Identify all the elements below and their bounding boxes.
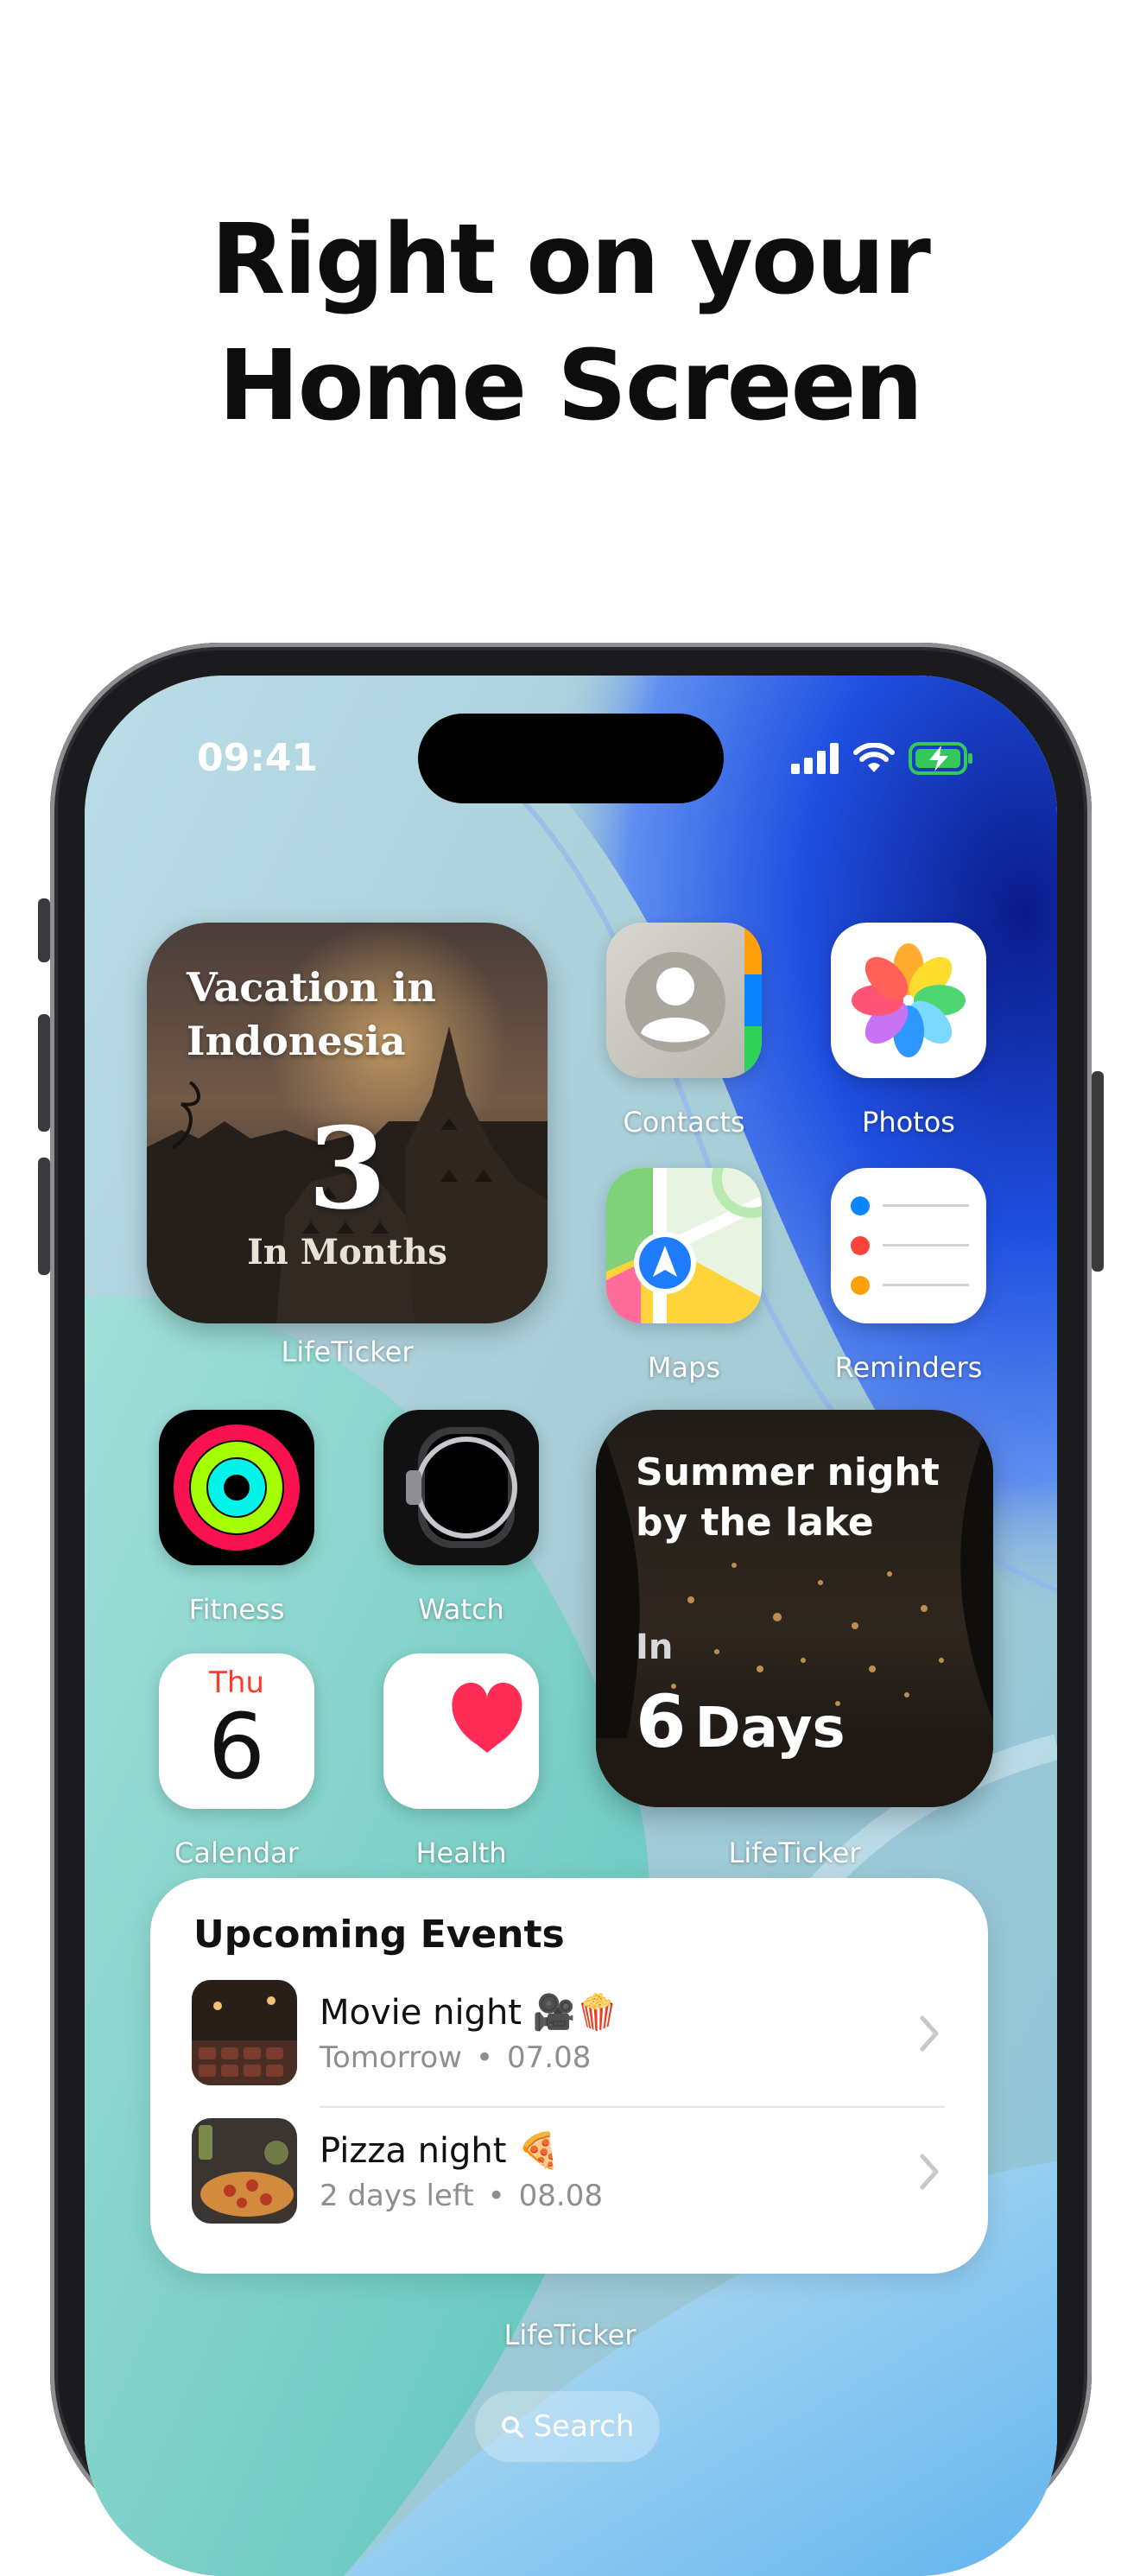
upcoming-widget-label: LifeTicker [504, 2319, 636, 2351]
watch-app[interactable] [383, 1410, 539, 1565]
search-icon [501, 2416, 523, 2438]
volume-down-button [38, 1158, 50, 1275]
event-row-pizza-night[interactable]: Pizza night 🍕 2 days left • 08.08 [192, 2118, 945, 2227]
reminders-app[interactable] [831, 1168, 986, 1323]
side-button [1092, 1071, 1104, 1272]
contacts-icon [625, 923, 762, 1078]
chevron-right-icon [920, 2015, 939, 2052]
photos-icon [852, 943, 966, 1057]
upcoming-events-widget[interactable]: Upcoming Events Movie night 🎥🍿 Tomorrow •… [150, 1878, 988, 2274]
summer-prefix: In [636, 1627, 674, 1667]
chevron-right-icon [920, 2154, 939, 2190]
event-meta: 2 days left • 08.08 [320, 2179, 603, 2213]
photos-app[interactable] [831, 923, 986, 1078]
event-meta: Tomorrow • 07.08 [320, 2040, 592, 2075]
dynamic-island [418, 714, 724, 803]
headline: Right on your Home Screen [0, 197, 1140, 449]
event-date: 08.08 [518, 2179, 603, 2213]
fitness-label: Fitness [188, 1593, 285, 1626]
event-when: Tomorrow [320, 2040, 462, 2075]
watch-icon [406, 1427, 517, 1548]
contacts-app[interactable] [606, 923, 762, 1078]
calendar-label: Calendar [174, 1837, 299, 1869]
summer-count: 6 [636, 1679, 687, 1764]
home-screen: 09:41 Vacation in Indonesia 3 In Months … [85, 676, 1057, 2576]
event-when: 2 days left [320, 2179, 474, 2213]
battery-charging-icon [909, 742, 972, 775]
search-label: Search [533, 2409, 635, 2444]
headline-line-2: Home Screen [218, 330, 923, 442]
status-icons [791, 736, 974, 781]
reminders-label: Reminders [834, 1351, 983, 1384]
health-label: Health [415, 1837, 507, 1869]
search-pill[interactable]: Search [475, 2391, 660, 2462]
maps-label: Maps [647, 1351, 721, 1384]
vacation-widget-label: LifeTicker [281, 1336, 414, 1368]
fitness-app[interactable] [159, 1410, 314, 1565]
maps-app[interactable] [606, 1168, 762, 1323]
upcoming-events-title: Upcoming Events [193, 1913, 565, 1957]
summer-widget[interactable]: Summer night by the lake In 6 Days [596, 1410, 993, 1807]
calendar-day: 6 [207, 1694, 266, 1799]
headline-line-1: Right on your [211, 204, 931, 316]
health-app[interactable] [383, 1653, 539, 1809]
reminders-icon [851, 1196, 969, 1295]
status-time: 09:41 [197, 736, 319, 780]
movie-night-thumbnail [192, 1980, 297, 2085]
vacation-widget[interactable]: Vacation in Indonesia 3 In Months [147, 923, 548, 1323]
maps-icon [606, 1168, 762, 1323]
summer-count-line: 6 Days [636, 1679, 846, 1764]
phone-frame: 09:41 Vacation in Indonesia 3 In Months … [38, 643, 1104, 2576]
action-button [38, 898, 50, 962]
photos-label: Photos [862, 1106, 955, 1139]
heart-icon [452, 1682, 522, 1753]
fitness-rings-icon [174, 1424, 300, 1551]
watch-label: Watch [418, 1593, 504, 1626]
vacation-count: 3 [307, 1102, 387, 1234]
wifi-icon [853, 743, 895, 772]
cellular-signal-icon [791, 743, 839, 774]
event-date: 07.08 [507, 2040, 592, 2075]
volume-up-button [38, 1014, 50, 1132]
event-name: Movie night 🎥🍿 [320, 1993, 619, 2033]
vacation-unit: In Months [247, 1232, 447, 1272]
summer-title: Summer night by the lake [636, 1450, 940, 1545]
summer-widget-label: LifeTicker [728, 1837, 861, 1869]
pizza-night-thumbnail [192, 2118, 297, 2224]
calendar-app[interactable]: Thu 6 [159, 1653, 314, 1809]
event-divider [320, 2106, 945, 2108]
event-name: Pizza night 🍕 [320, 2131, 560, 2171]
vacation-title: Vacation in Indonesia [187, 964, 436, 1064]
summer-unit: Days [694, 1697, 846, 1761]
contacts-label: Contacts [623, 1106, 745, 1139]
event-row-movie-night[interactable]: Movie night 🎥🍿 Tomorrow • 07.08 [192, 1980, 945, 2089]
